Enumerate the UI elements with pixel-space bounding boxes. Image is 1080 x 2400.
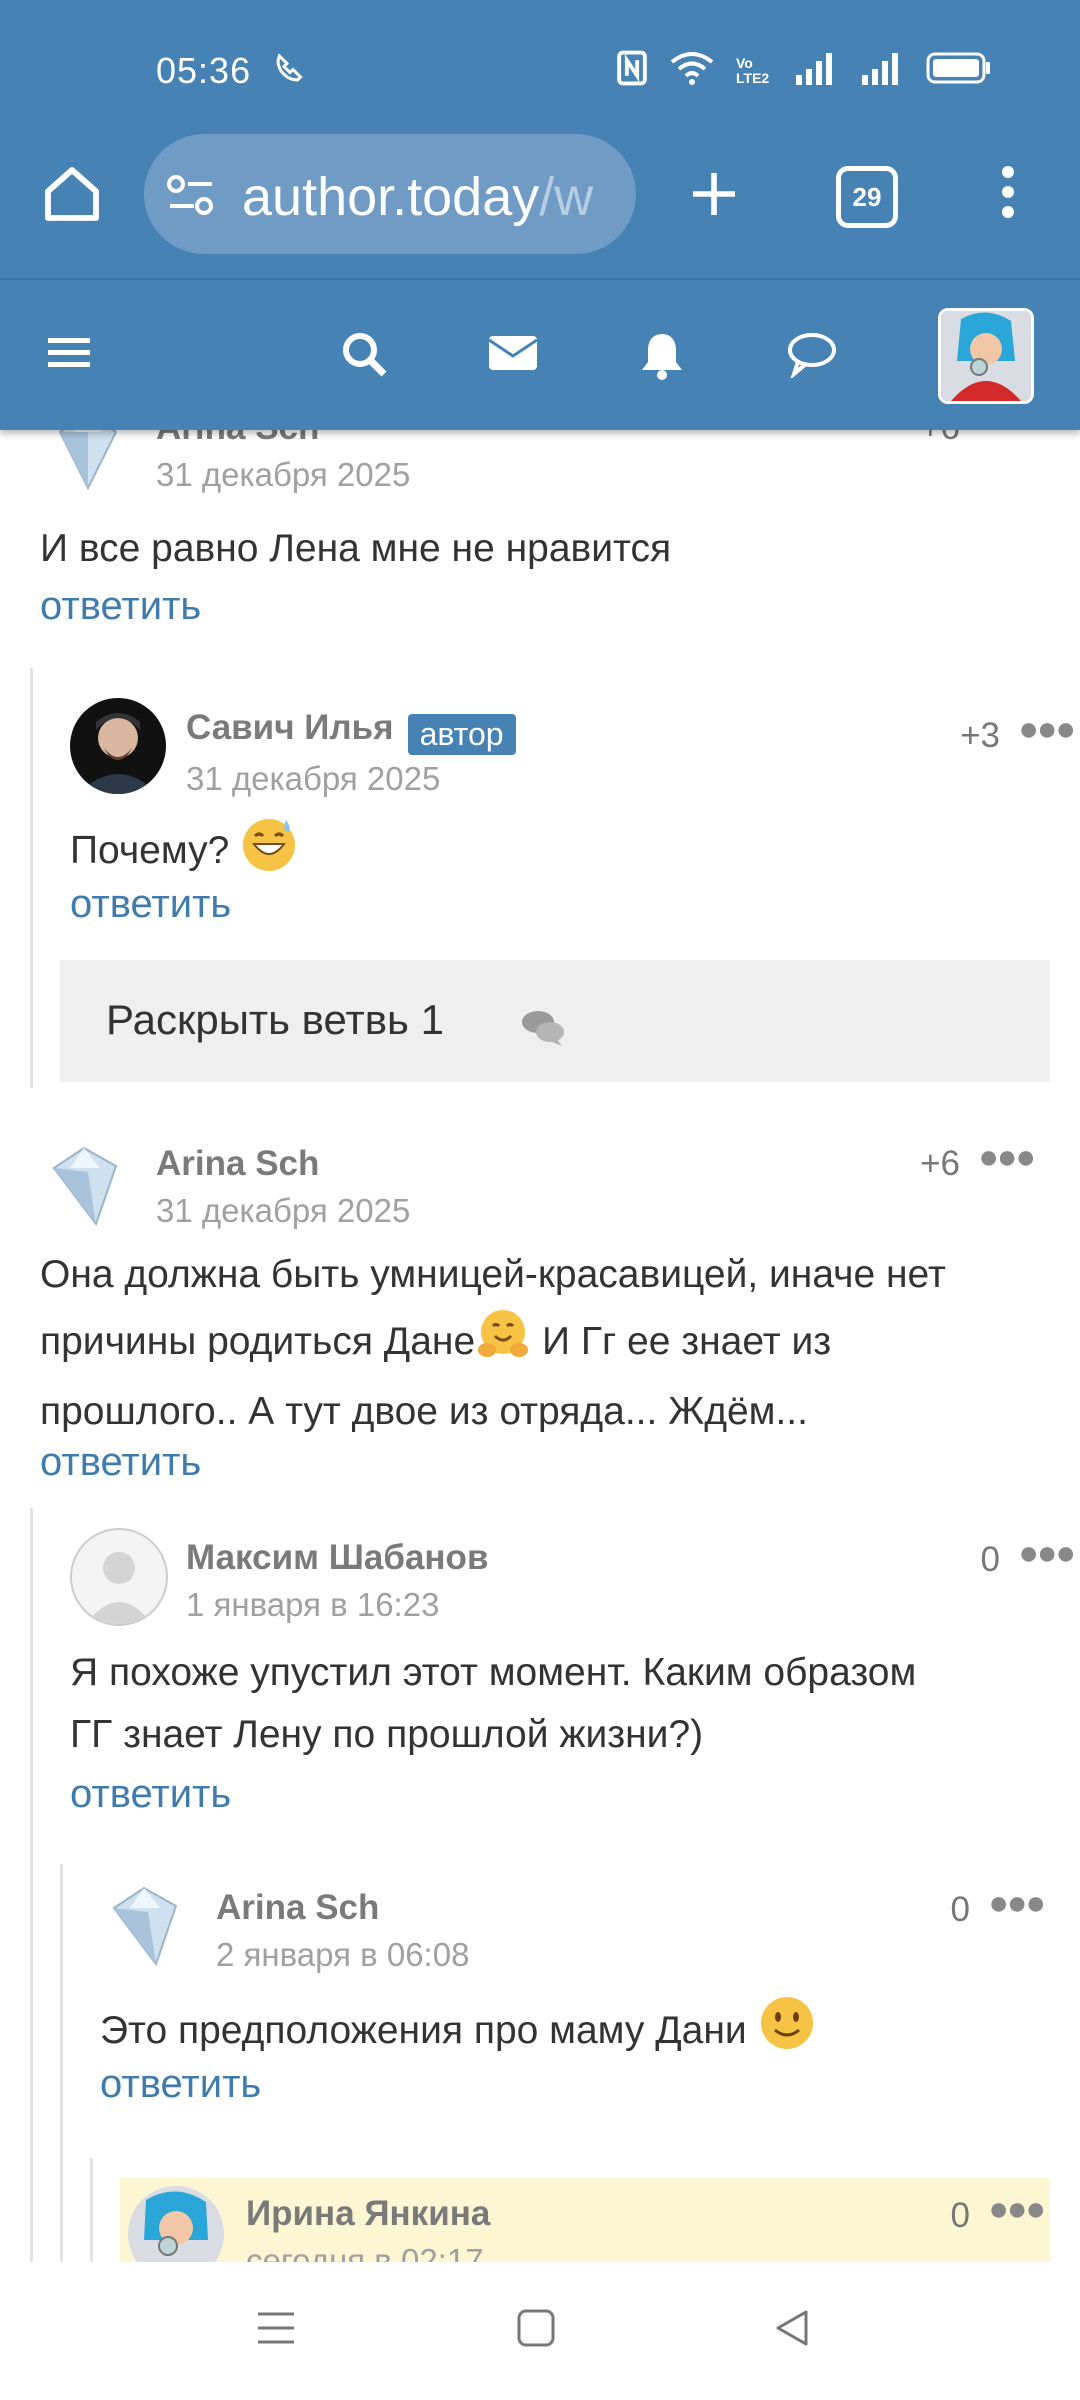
site-settings-icon[interactable] — [166, 174, 216, 223]
reply-link[interactable]: ответить — [40, 584, 201, 629]
signal-icon-1 — [794, 51, 838, 90]
comment-menu-icon[interactable]: ●●● — [978, 1138, 1036, 1177]
thread-line — [90, 2158, 93, 2262]
signal-icon-2 — [860, 51, 904, 90]
comments-feed: Arina Sch 31 декабря 2025 +6 ●●● И все р… — [0, 428, 1080, 2262]
wifi-icon — [670, 50, 714, 91]
search-icon[interactable] — [340, 330, 388, 383]
comment-line-with-emoji: причины родиться Дане И Гг ее знает из — [40, 1306, 1050, 1381]
status-time: 05:36 — [156, 50, 252, 91]
comment-score: +6 — [920, 1144, 960, 1183]
address-bar[interactable]: author.today/w — [144, 134, 636, 254]
comment-text: Почему? — [70, 828, 230, 872]
comment: Arina Sch 31 декабря 2025 +6 ●●● Она дол… — [0, 1118, 1080, 1498]
comment-line: Она должна быть умницей-красавицей, инач… — [40, 1253, 946, 1296]
comment-date: 31 декабря 2025 — [156, 1192, 411, 1229]
mail-icon[interactable] — [488, 330, 538, 381]
diamond-avatar[interactable] — [40, 428, 136, 498]
comment-line: Я похоже упустил этот момент. Каким обра… — [70, 1651, 917, 1694]
user-avatar[interactable] — [938, 308, 1034, 404]
comment-score: 0 — [950, 2196, 970, 2235]
comment-date: 31 декабря 2025 — [156, 456, 411, 493]
comment-menu-icon[interactable]: ●●● — [1018, 710, 1076, 749]
url-path: /w — [539, 167, 594, 227]
reply-link[interactable]: ответить — [100, 2062, 261, 2107]
home-icon[interactable] — [40, 162, 104, 231]
comment-text: Она должна быть умницей-красавицей, инач… — [40, 1244, 1050, 1443]
comment: Савич Илья автор 31 декабря 2025 +3 ●●● П… — [70, 698, 1076, 938]
home-button-icon[interactable] — [514, 2306, 558, 2355]
comment-line: И Гг ее знает из — [531, 1319, 832, 1363]
comment-score: 0 — [950, 1890, 970, 1929]
comment-date: 2 января в 06:08 — [216, 1936, 470, 1973]
url-text[interactable]: author.today/w — [242, 166, 622, 228]
comment-author[interactable]: Arina Sch — [156, 1144, 319, 1184]
tab-count-button[interactable]: 29 — [836, 166, 898, 228]
expand-thread-label: Раскрыть ветвь 1 — [106, 996, 444, 1043]
diamond-avatar[interactable] — [100, 1878, 196, 1974]
comment-score: +6 — [920, 428, 960, 448]
site-navbar — [0, 278, 1080, 430]
browser-toolbar: author.today/w 29 — [0, 128, 1080, 278]
comment-menu-icon[interactable]: ●●● — [1018, 1534, 1076, 1573]
thread-line — [60, 1864, 63, 2262]
comment-line: прошлого.. А тут двое из отряда... Ждём.… — [40, 1390, 808, 1433]
comment-text: Я похоже упустил этот момент. Каким обра… — [70, 1642, 1060, 1766]
comment-score: +3 — [960, 716, 1000, 755]
comment-author[interactable]: Arina Sch — [156, 428, 319, 448]
reply-link[interactable]: ответить — [40, 1440, 201, 1485]
comment-date: сегодня в 02:17 — [246, 2242, 484, 2262]
comment-text-row: Почему? — [70, 814, 298, 891]
comment-line: причины родиться Дане — [40, 1319, 476, 1363]
comment-highlighted: Ирина Янкина сегодня в 02:17 0 ●●● — [120, 2178, 1050, 2262]
comment-text-row: Это предположения про маму Дани — [100, 1994, 816, 2071]
system-navbar — [0, 2262, 1080, 2400]
volte-icon: Vo LTE2 — [736, 54, 770, 86]
comment-author[interactable]: Максим Шабанов — [186, 1538, 488, 1578]
author-avatar[interactable] — [70, 698, 166, 794]
user-avatar[interactable] — [128, 2186, 224, 2262]
comments-icon — [520, 1008, 566, 1058]
grinning-sweat-emoji-icon — [240, 814, 298, 891]
chat-icon[interactable] — [786, 330, 838, 383]
status-bar: 05:36 Vo LTE2 — [0, 0, 1080, 128]
comment-menu-icon[interactable]: ●●● — [988, 2190, 1046, 2229]
comment-text: И все равно Лена мне не нравится — [40, 527, 672, 570]
comment-author[interactable]: Савич Илья — [186, 708, 394, 747]
comment: Arina Sch 31 декабря 2025 +6 ●●● И все р… — [0, 428, 1080, 628]
comment-author[interactable]: Ирина Янкина — [246, 2194, 490, 2234]
url-domain: author.today — [242, 167, 540, 227]
thread-line — [30, 1508, 33, 2262]
comment-header: Савич Илья автор — [186, 708, 516, 756]
author-badge: автор — [407, 714, 516, 756]
comment-date: 31 декабря 2025 — [186, 760, 441, 797]
battery-icon — [926, 51, 992, 90]
comment-date: 1 января в 16:23 — [186, 1586, 440, 1623]
new-tab-icon[interactable] — [686, 166, 742, 227]
diamond-avatar[interactable] — [40, 1138, 136, 1234]
comment-author[interactable]: Arina Sch — [216, 1888, 379, 1928]
nfc-icon — [616, 50, 648, 91]
reply-link[interactable]: ответить — [70, 882, 231, 927]
comment: Максим Шабанов 1 января в 16:23 0 ●●● Я … — [70, 1528, 1076, 1828]
comment-line: ГГ знает Лену по прошлой жизни?) — [70, 1713, 704, 1756]
default-avatar[interactable] — [70, 1528, 168, 1626]
comment: Arina Sch 2 января в 06:08 0 ●●● Это пре… — [100, 1878, 1050, 2138]
reply-link[interactable]: ответить — [70, 1772, 231, 1817]
expand-thread-button[interactable]: Раскрыть ветвь 1 — [60, 960, 1050, 1082]
thread-line — [30, 668, 33, 1088]
notifications-icon[interactable] — [638, 330, 686, 385]
comment-menu-icon[interactable]: ●●● — [988, 1884, 1046, 1923]
slightly-smiling-face-emoji-icon — [758, 1994, 816, 2071]
recent-apps-icon[interactable] — [254, 2306, 298, 2355]
hugging-face-emoji-icon — [475, 1306, 531, 1381]
back-icon[interactable] — [770, 2306, 814, 2355]
comment-score: 0 — [980, 1540, 1000, 1579]
alarm-icon — [272, 50, 308, 91]
more-options-icon[interactable] — [996, 162, 1020, 227]
comment-text: Это предположения про маму Дани — [100, 2008, 747, 2052]
menu-icon[interactable] — [46, 330, 92, 381]
